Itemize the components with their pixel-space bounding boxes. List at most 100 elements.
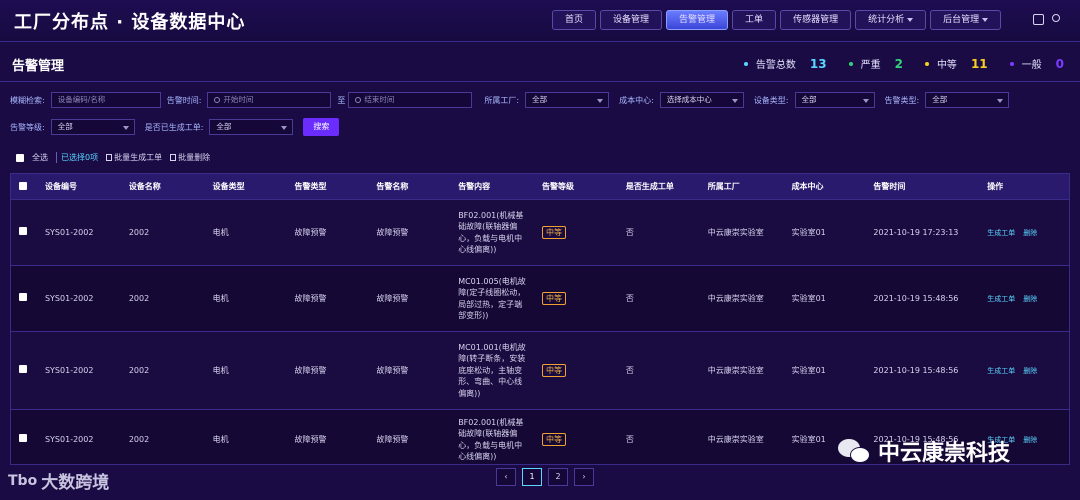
delete-link[interactable]: 删除 xyxy=(1023,229,1037,237)
cell-alarm-type: 故障预警 xyxy=(294,227,327,237)
column-header: 设备类型 xyxy=(212,182,245,191)
watermark-left-text: 大数跨境 xyxy=(41,473,110,493)
next-page-button[interactable]: › xyxy=(574,468,594,486)
cell-cost: 实验室01 xyxy=(791,293,826,303)
column-header: 所属工厂 xyxy=(707,182,740,191)
chevron-down-icon xyxy=(862,99,869,103)
cell-type: 电机 xyxy=(212,434,229,444)
level-select[interactable]: 全部 xyxy=(50,119,135,135)
user-icon[interactable] xyxy=(1052,14,1060,22)
cell-name: 2002 xyxy=(128,434,150,444)
start-time-input[interactable]: 开始时间 xyxy=(207,92,332,108)
selected-count: 已选择0项 xyxy=(56,152,98,163)
table-row[interactable]: SYS01-2002 2002 电机 故障预警 故障预警 MC01.001(电机故障(转子… xyxy=(11,332,1069,410)
watermark-left: Tbo 大数跨境 xyxy=(8,468,110,494)
batch-delete-button[interactable]: 批量删除 xyxy=(170,152,210,163)
stat-value: 0 xyxy=(1055,56,1064,71)
level-label: 告警等级: xyxy=(10,122,45,132)
to-label: 至 xyxy=(337,95,346,105)
cost-center-select[interactable]: 选择成本中心 xyxy=(659,92,744,108)
delete-link[interactable]: 删除 xyxy=(1023,436,1037,444)
cell-workorder: 否 xyxy=(625,365,634,375)
top-bar: 工厂分布点 · 设备数据中心 首页 设备管理 告警管理 工单 传感器管理 统计分析 后台管理 xyxy=(0,0,1080,42)
nav-item-label: 首页 xyxy=(565,15,584,25)
column-header: 告警类型 xyxy=(294,182,327,191)
nav-item-label: 设备管理 xyxy=(613,15,650,25)
batch-workorder-button[interactable]: 批量生成工单 xyxy=(106,152,162,163)
header-checkbox-cell xyxy=(11,181,37,192)
alarm-type-select[interactable]: 全部 xyxy=(925,92,1010,108)
cost-value: 选择成本中心 xyxy=(666,95,712,104)
status-badge: 中等 xyxy=(542,433,567,446)
nav-item-label: 传感器管理 xyxy=(793,15,839,25)
device-type-select[interactable]: 全部 xyxy=(794,92,875,108)
fullscreen-icon[interactable] xyxy=(1033,14,1044,25)
cost-label: 成本中心: xyxy=(619,95,654,105)
cell-factory: 中云康崇实验室 xyxy=(707,434,764,444)
table-body: SYS01-2002 2002 电机 故障预警 故障预警 BF02.001(机械基础故障(… xyxy=(11,200,1069,464)
cell-content: BF02.001(机械基础故障(联轴器偏心，负载与电机中心线偏离)) xyxy=(458,417,524,462)
search-button[interactable]: 搜索 xyxy=(303,118,340,136)
fuzzy-search-input[interactable]: 设备编码/名称 xyxy=(50,92,161,108)
nav-item-0[interactable]: 首页 xyxy=(552,10,597,30)
row-checkbox-cell xyxy=(11,433,37,446)
stat-value: 11 xyxy=(970,56,988,71)
row-checkbox[interactable] xyxy=(19,292,27,301)
prev-page-button[interactable]: ‹ xyxy=(496,468,516,486)
delete-link[interactable]: 删除 xyxy=(1023,367,1037,375)
nav-item-4[interactable]: 传感器管理 xyxy=(780,10,852,30)
cell-type: 电机 xyxy=(212,365,229,375)
cell-level: 中等 xyxy=(534,364,618,377)
cell-alarm-name: 故障预警 xyxy=(376,434,409,444)
create-workorder-link[interactable]: 生成工单 xyxy=(987,367,1015,375)
stat-label: 中等 xyxy=(936,60,957,71)
row-checkbox[interactable] xyxy=(19,226,27,235)
cell-cost: 实验室01 xyxy=(791,227,826,237)
nav-item-6[interactable]: 后台管理 xyxy=(930,10,1002,30)
watermark-right: 中云康崇科技 xyxy=(838,435,1010,467)
delete-link[interactable]: 删除 xyxy=(1023,295,1037,303)
page-button-1[interactable]: 1 xyxy=(522,468,542,486)
column-header: 操作 xyxy=(987,182,1004,191)
stat-value: 2 xyxy=(894,56,903,71)
status-badge: 中等 xyxy=(542,292,567,305)
create-workorder-link[interactable]: 生成工单 xyxy=(987,229,1015,237)
cell-name: 2002 xyxy=(128,293,150,303)
row-checkbox[interactable] xyxy=(19,364,27,373)
nav-item-3[interactable]: 工单 xyxy=(732,10,777,30)
row-checkbox[interactable] xyxy=(19,433,27,442)
nav-item-5[interactable]: 统计分析 xyxy=(855,10,927,30)
nav-item-label: 后台管理 xyxy=(943,15,980,25)
nav-item-label: 告警管理 xyxy=(679,15,716,25)
create-workorder-link[interactable]: 生成工单 xyxy=(987,295,1015,303)
status-badge: 中等 xyxy=(542,364,567,377)
page-button-2[interactable]: 2 xyxy=(548,468,568,486)
column-header: 设备名称 xyxy=(128,182,161,191)
cell-name: 2002 xyxy=(128,365,150,375)
factory-select[interactable]: 全部 xyxy=(525,92,610,108)
cell-actions: 生成工单 删除 xyxy=(979,365,1069,377)
status-dot xyxy=(924,61,929,66)
batch-delete-label: 批量删除 xyxy=(178,153,211,162)
select-all-label: 全选 xyxy=(32,153,48,162)
header-checkbox[interactable] xyxy=(19,181,27,190)
chevron-down-icon xyxy=(997,99,1004,103)
cell-factory: 中云康崇实验室 xyxy=(707,365,764,375)
stat-1: 严重 2 xyxy=(848,56,903,71)
table-row[interactable]: SYS01-2002 2002 电机 故障预警 故障预警 BF02.001(机械基础故障(… xyxy=(11,200,1069,266)
cell-type: 电机 xyxy=(212,293,229,303)
nav-item-1[interactable]: 设备管理 xyxy=(600,10,663,30)
nav-item-2[interactable]: 告警管理 xyxy=(666,10,729,30)
watermark-logo: Tbo xyxy=(8,472,38,489)
stat-label: 告警总数 xyxy=(755,60,796,71)
chevron-down-icon xyxy=(597,99,604,103)
cell-content: MC01.001(电机故障(转子断条，安装底座松动，主轴变形、弯曲、中心线偏离)… xyxy=(458,342,526,398)
table-row[interactable]: SYS01-2002 2002 电机 故障预警 故障预警 MC01.005(电机故障(定子… xyxy=(11,266,1069,332)
stat-label: 严重 xyxy=(860,60,881,71)
workorder-select[interactable]: 全部 xyxy=(209,119,294,135)
end-time-input[interactable]: 结束时间 xyxy=(348,92,473,108)
select-all-checkbox[interactable] xyxy=(16,153,24,162)
column-header: 告警时间 xyxy=(873,182,906,191)
top-icons xyxy=(1033,14,1060,25)
cell-factory: 中云康崇实验室 xyxy=(707,227,764,237)
